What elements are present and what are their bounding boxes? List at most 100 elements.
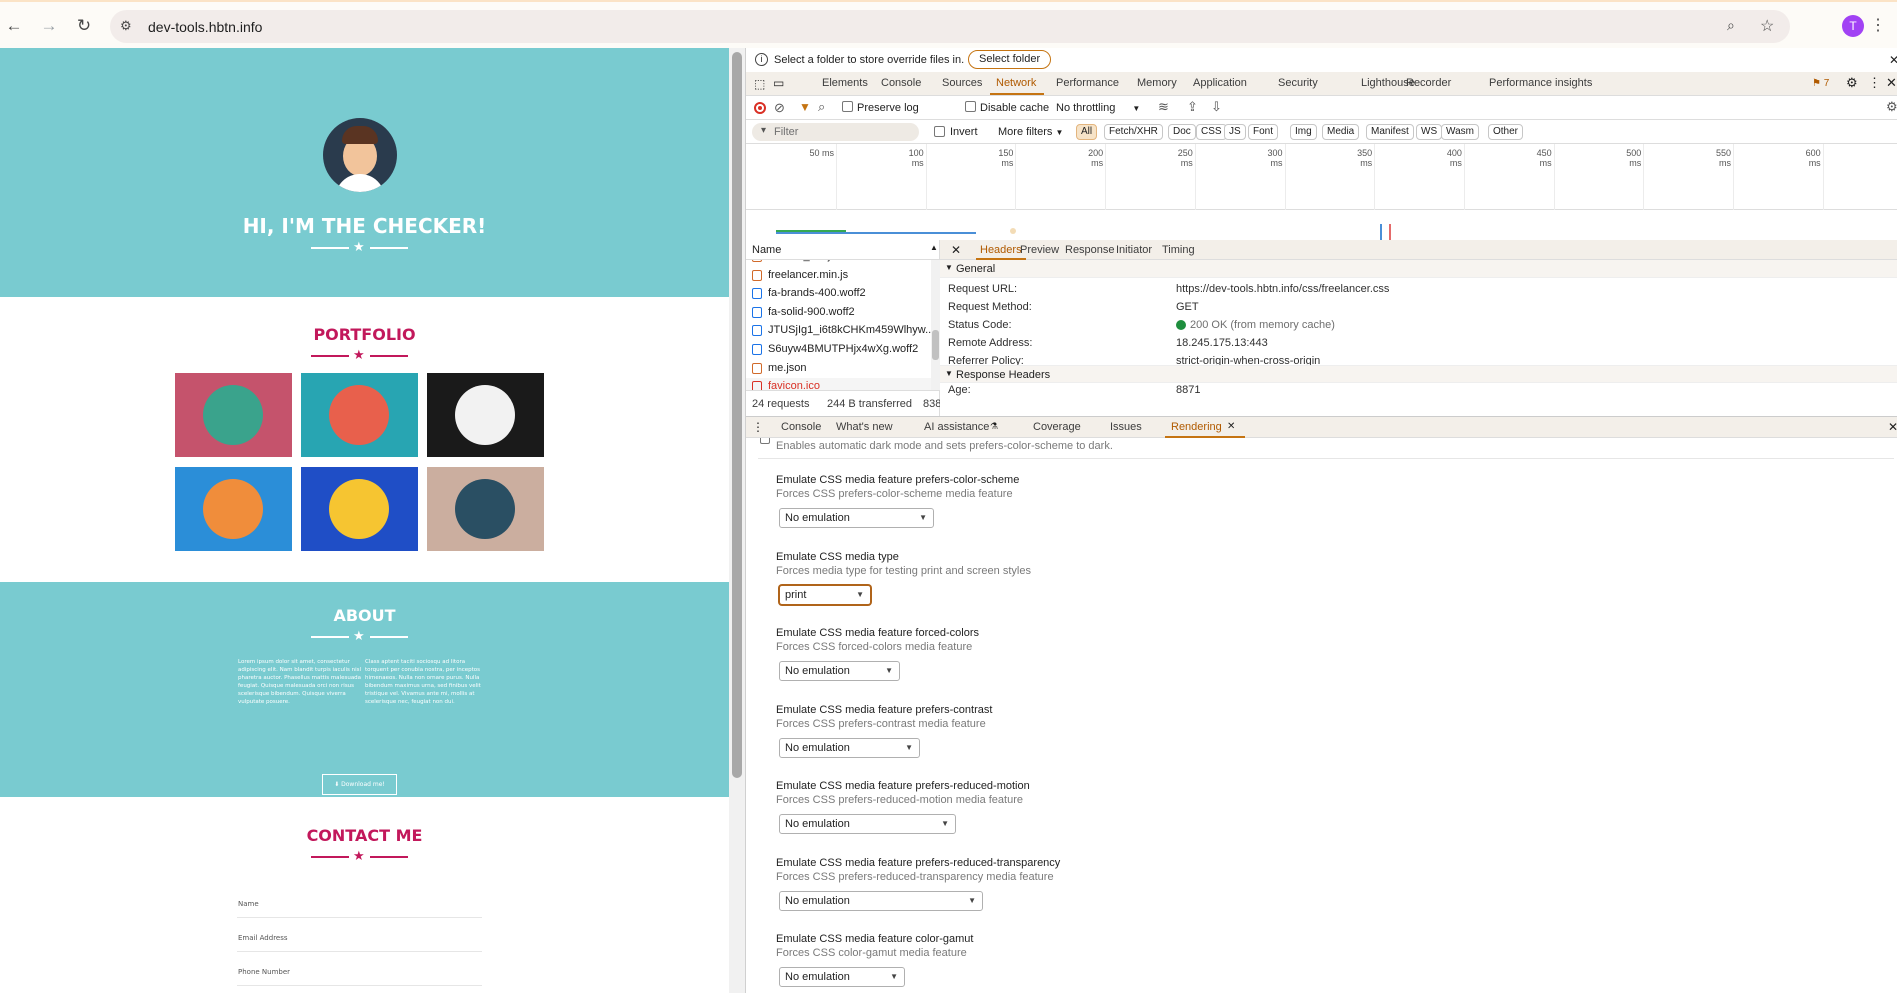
reload-icon[interactable]: ↻: [70, 12, 98, 40]
network-settings-icon[interactable]: ⚙: [1886, 99, 1897, 115]
dark-mode-checkbox[interactable]: [760, 438, 770, 444]
portfolio-item-safe[interactable]: [301, 467, 418, 551]
contact-field-email-address[interactable]: Email Address: [237, 918, 482, 952]
device-toolbar-icon[interactable]: ▭: [773, 76, 784, 90]
network-overview-timeline[interactable]: 50 ms 100 ms 150 ms 200 ms 250 ms 300 ms 350 m…: [746, 144, 1897, 270]
filter-chip-manifest[interactable]: Manifest: [1366, 124, 1414, 140]
more-icon[interactable]: ⋮: [1868, 75, 1881, 91]
close-devtools-icon[interactable]: ✕: [1886, 75, 1897, 91]
site-info-icon[interactable]: ⚙: [120, 18, 132, 34]
filter-chip-css[interactable]: CSS: [1196, 124, 1227, 140]
tab-elements[interactable]: Elements: [822, 77, 868, 89]
tab-performance-insights[interactable]: Performance insights: [1489, 77, 1592, 89]
portfolio-item-cake[interactable]: [301, 373, 418, 457]
drawer-tab-rendering[interactable]: Rendering: [1171, 421, 1222, 433]
portfolio-item-game-controller[interactable]: [175, 467, 292, 551]
rendering-select[interactable]: No emulation ▼: [779, 737, 920, 758]
portfolio-item-submarine[interactable]: [427, 467, 544, 551]
filter-icon[interactable]: ▼: [799, 100, 811, 114]
scrollbar-thumb[interactable]: [732, 52, 742, 778]
close-details-icon[interactable]: ✕: [951, 243, 961, 257]
select-folder-button[interactable]: Select folder: [968, 50, 1052, 69]
general-section-title[interactable]: General: [956, 263, 995, 275]
filter-chip-media[interactable]: Media: [1322, 124, 1360, 140]
portfolio-item-cabin[interactable]: [175, 373, 292, 457]
bookmark-star-icon[interactable]: ☆: [1760, 16, 1774, 36]
portfolio-item-circus-tent[interactable]: [427, 373, 544, 457]
contact-field-message[interactable]: Message: [237, 986, 482, 993]
collapse-caret-icon[interactable]: ▼: [945, 369, 953, 378]
detail-tab-initiator[interactable]: Initiator: [1116, 244, 1152, 256]
more-filters-button[interactable]: More filters ▼: [998, 126, 1063, 138]
requests-scrollbar[interactable]: [931, 260, 940, 390]
rendering-select[interactable]: No emulation ▼: [779, 967, 905, 987]
page-scrollbar[interactable]: [729, 48, 745, 993]
inspect-icon[interactable]: ⬚: [754, 77, 765, 91]
detail-tab-headers[interactable]: Headers: [980, 244, 1022, 256]
tab-recorder[interactable]: Recorder: [1406, 77, 1451, 89]
contact-field-phone-number[interactable]: Phone Number: [237, 952, 482, 986]
filter-chip-doc[interactable]: Doc: [1168, 124, 1196, 140]
filter-chip-fetch-xhr[interactable]: Fetch/XHR: [1104, 124, 1163, 140]
drawer-menu-icon[interactable]: ⋮: [752, 420, 764, 434]
request-row[interactable]: me.json: [746, 360, 931, 378]
drawer-tab-coverage[interactable]: Coverage: [1033, 421, 1081, 433]
filter-input[interactable]: ▾ Filter: [752, 123, 919, 141]
download-button[interactable]: ⬇ Download me!: [322, 774, 397, 795]
filter-chip-font[interactable]: Font: [1248, 124, 1279, 140]
drawer-tab-issues[interactable]: Issues: [1110, 421, 1142, 433]
detail-tab-response[interactable]: Response: [1065, 244, 1115, 256]
detail-tab-timing[interactable]: Timing: [1162, 244, 1195, 256]
request-row[interactable]: favicon.ico: [746, 378, 931, 390]
network-conditions-icon[interactable]: ≋: [1158, 99, 1169, 115]
rendering-select[interactable]: No emulation ▼: [779, 508, 934, 528]
request-row[interactable]: freelancer.min.js: [746, 267, 931, 285]
rendering-select[interactable]: print ▼: [779, 584, 871, 605]
drawer-tab-what-s-new[interactable]: What's new: [836, 421, 893, 433]
collapse-caret-icon[interactable]: ▼: [945, 263, 953, 272]
contact-field-name[interactable]: Name: [237, 884, 482, 918]
settings-icon[interactable]: ⚙: [1846, 75, 1858, 91]
invert-checkbox[interactable]: [934, 126, 945, 137]
filter-chip-all[interactable]: All: [1076, 124, 1098, 140]
response-headers-title[interactable]: Response Headers: [956, 369, 1050, 381]
rendering-select[interactable]: No emulation ▼: [779, 890, 983, 911]
request-row[interactable]: fa-solid-900.woff2: [746, 304, 931, 322]
tab-console[interactable]: Console: [881, 77, 921, 89]
tab-security[interactable]: Security: [1278, 77, 1318, 89]
rendering-select[interactable]: No emulation ▼: [779, 814, 956, 834]
close-drawer-icon[interactable]: ✕: [1888, 420, 1897, 434]
filter-chip-img[interactable]: Img: [1290, 124, 1317, 140]
zoom-icon[interactable]: ⌕: [1727, 17, 1735, 34]
filter-chip-ws[interactable]: WS: [1416, 124, 1443, 140]
tab-performance[interactable]: Performance: [1056, 77, 1119, 89]
preserve-log-checkbox[interactable]: [842, 101, 853, 112]
address-bar[interactable]: ⚙ dev-tools.hbtn.info ☆ ⌕: [110, 10, 1790, 43]
record-icon[interactable]: [754, 102, 766, 114]
close-icon[interactable]: ✕: [1889, 53, 1897, 67]
detail-tab-preview[interactable]: Preview: [1020, 244, 1059, 256]
tab-sources[interactable]: Sources: [942, 77, 982, 89]
rendering-select[interactable]: No emulation ▼: [779, 661, 900, 681]
import-har-icon[interactable]: ⇪: [1187, 99, 1198, 115]
drawer-tab-ai-assistance[interactable]: AI assistance: [924, 421, 989, 433]
drawer-tab-console[interactable]: Console: [781, 421, 821, 433]
kebab-menu-icon[interactable]: ⋮: [1864, 12, 1892, 40]
forward-arrow-icon[interactable]: →: [35, 12, 63, 40]
request-row[interactable]: fa-brands-400.woff2: [746, 285, 931, 303]
clear-icon[interactable]: ⊘: [774, 100, 785, 116]
disable-cache-checkbox[interactable]: [965, 101, 976, 112]
tab-memory[interactable]: Memory: [1137, 77, 1177, 89]
request-row[interactable]: JTUSjIg1_i6t8kCHKm459Wlhyw....: [746, 322, 931, 340]
back-arrow-icon[interactable]: ←: [0, 12, 28, 40]
search-icon[interactable]: ⌕: [818, 99, 825, 115]
request-row[interactable]: contact_me.js: [746, 260, 931, 266]
issues-badge[interactable]: ⚑ 7: [1812, 78, 1829, 89]
tab-network[interactable]: Network: [996, 77, 1036, 89]
name-column-header[interactable]: Name: [752, 244, 781, 256]
export-har-icon[interactable]: ⇩: [1211, 99, 1222, 115]
filter-chip-js[interactable]: JS: [1224, 124, 1246, 140]
tab-application[interactable]: Application: [1193, 77, 1247, 89]
filter-chip-other[interactable]: Other: [1488, 124, 1524, 140]
filter-chip-wasm[interactable]: Wasm: [1441, 124, 1479, 140]
